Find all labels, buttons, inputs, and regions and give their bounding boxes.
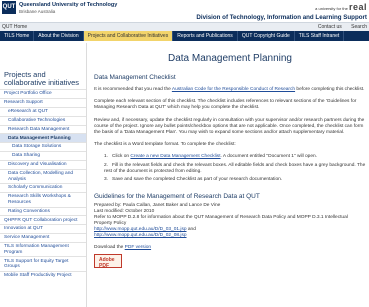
sidebar-item-data-collection[interactable]: Data Collection, Modelling and Analysis: [0, 168, 86, 183]
policy-reference: Refer to MOPP D.2.8 for information abou…: [94, 215, 348, 227]
intro-text-after: before completing this checklist.: [295, 87, 365, 92]
main-content: Data Management Planning Data Management…: [94, 43, 366, 270]
qut-home-link[interactable]: QUT Home: [2, 24, 27, 30]
sidebar-item-research-support[interactable]: Research Support: [0, 97, 86, 107]
sidebar-item-eresearch[interactable]: eResearch at QUT: [0, 106, 86, 116]
sidebar-item-info-mgmt[interactable]: TILS Information Management Program: [0, 242, 86, 256]
create-checklist-link[interactable]: Create a new Data Management Checklist: [130, 154, 220, 159]
mopp-link-2[interactable]: http://www.mopp.qut.edu.au/D/D_02_08.jsp: [94, 233, 187, 238]
mopp-link-1[interactable]: http://www.mopp.qut.edu.au/D/D_03_01.jsp: [94, 227, 187, 232]
tagline-prefix: a university for the: [315, 6, 348, 11]
step-1: 1. Click on Create a new Data Management …: [104, 154, 366, 160]
sidebar: Projects and collaborative initiatives P…: [0, 43, 87, 307]
utility-links: Contact us Search: [310, 24, 367, 30]
nav-projects[interactable]: Projects and Collaborative Initiatives: [83, 31, 174, 41]
pdf-version-link[interactable]: PDF version: [125, 245, 151, 250]
nav-about-division[interactable]: About the Division: [34, 31, 84, 41]
university-location: Brisbane Australia: [19, 9, 56, 14]
main-nav: TILS Home About the Division Projects an…: [0, 31, 369, 41]
sidebar-title: Projects and collaborative initiatives: [4, 70, 80, 87]
sidebar-item-service-mgmt[interactable]: Service Management: [0, 233, 86, 242]
search-link[interactable]: Search: [351, 24, 367, 30]
sidebar-item-equity[interactable]: TILS Support for Equity Target Groups: [0, 256, 86, 270]
step-2: 2. Fill in the relevant fields and check …: [104, 163, 366, 175]
step-number: 1.: [104, 154, 109, 160]
intro-text-before: It is recommended that you read the: [94, 87, 172, 92]
page-title: Data Management Planning: [168, 53, 292, 64]
sidebar-item-research-data-mgmt[interactable]: Research Data Management: [0, 124, 86, 134]
steps-list: 1. Click on Create a new Data Management …: [94, 154, 366, 183]
sidebar-item-data-storage[interactable]: Data Storage Solutions: [0, 142, 86, 151]
division-name: Division of Technology, Information and …: [196, 14, 367, 21]
tagline-emphasis: real: [348, 2, 367, 12]
step-number: 3.: [104, 177, 109, 183]
step-text-after: . A document entitled "Document 1" will …: [220, 154, 317, 160]
intro-paragraph: It is recommended that you read the Aust…: [94, 87, 366, 93]
step-3: 3. Save and save the completed Checklist …: [104, 177, 366, 183]
university-name: Queensland University of Technology: [19, 2, 118, 8]
paragraph-template: The checklist is a Word template format.…: [94, 142, 236, 148]
adobe-pdf-icon[interactable]: Adobe PDF: [94, 254, 122, 270]
guidelines-heading: Guidelines for the Management of Researc…: [94, 193, 260, 201]
sidebar-item-qhpfr[interactable]: QHPFR QUT Collaboration project: [0, 215, 86, 224]
paragraph-review: Review and, if necessary, update the che…: [94, 117, 365, 136]
step-text: Fill in the relevant fields and check th…: [104, 162, 366, 174]
sidebar-item-mobile-staff[interactable]: Mobile Staff Productivity Project: [0, 270, 86, 280]
sidebar-item-collab-tech[interactable]: Collaborative Technologies: [0, 115, 86, 125]
checklist-heading: Data Management Checklist: [94, 74, 176, 81]
guidelines-meta: Prepared by: Paula Callan, Janet Baker a…: [94, 203, 366, 239]
sidebar-item-data-mgmt-planning[interactable]: Data Management Planning: [0, 133, 86, 143]
pdf-icon-label: Adobe PDF: [99, 257, 115, 270]
sidebar-item-project-portfolio[interactable]: Project Portfolio Office: [0, 89, 86, 98]
nav-copyright-guide[interactable]: QUT Copyright Guide: [238, 31, 295, 41]
step-text: Save and save the completed Checklist as…: [112, 177, 283, 183]
contact-link[interactable]: Contact us: [318, 24, 342, 30]
sidebar-item-scholarly-comm[interactable]: Scholarly Communication: [0, 183, 86, 192]
sidebar-item-innovation[interactable]: Innovation at QUT: [0, 224, 86, 233]
code-link[interactable]: Australian Code for the Responsible Cond…: [172, 87, 295, 92]
nav-staff-intranet[interactable]: TILS Staff Intranet: [295, 31, 345, 41]
sidebar-item-discovery[interactable]: Discovery and Visualisation: [0, 160, 86, 169]
breadcrumb: QUT Home Contact us Search: [0, 22, 369, 31]
sidebar-item-data-sharing[interactable]: Data Sharing: [0, 151, 86, 160]
nav-tils-home[interactable]: TILS Home: [0, 31, 35, 41]
download-text: Download the: [94, 245, 125, 251]
paragraph-complete: Complete each relevant section of this c…: [94, 99, 357, 111]
sidebar-item-skills-workshops[interactable]: Research Skills Workshops & Resources: [0, 192, 86, 206]
download-line: Download the PDF version: [94, 245, 366, 250]
step-text: Click on: [112, 154, 131, 160]
nav-reports[interactable]: Reports and Publications: [173, 31, 238, 41]
tagline: a university for the real: [315, 2, 367, 12]
and-text: and: [186, 227, 196, 233]
qut-logo[interactable]: QUT: [2, 1, 16, 14]
sidebar-item-rating-conventions[interactable]: Rating Conventions: [0, 206, 86, 216]
